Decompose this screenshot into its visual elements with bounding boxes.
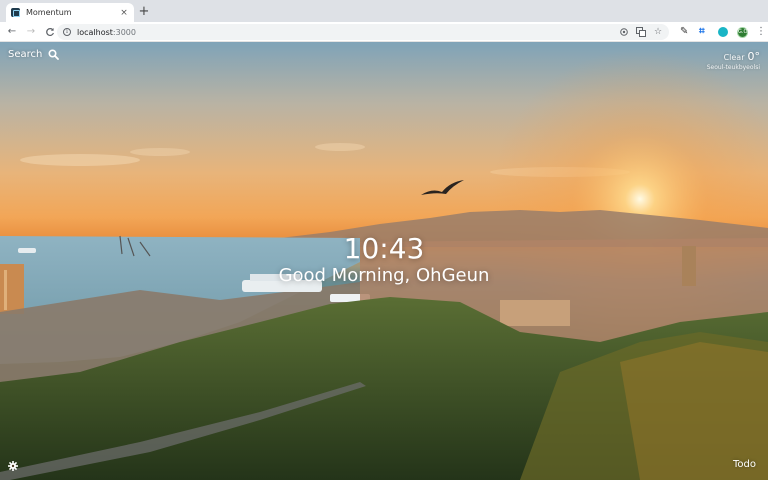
reload-icon [46,27,54,36]
search-label: Search [8,49,43,60]
momentum-page: Search Clear 0° Seoul-teukbyeolsi 10:43 … [0,42,768,480]
weather-summary: Clear 0° [707,50,760,63]
url-host: localhost [77,27,113,37]
star-icon[interactable]: ☆ [653,27,663,37]
extensions-area: ✎ ⌗ G.O ⋮ [671,25,766,39]
weather-widget[interactable]: Clear 0° Seoul-teukbyeolsi [707,50,760,71]
settings-gear-icon[interactable] [8,461,18,471]
new-tab-button[interactable]: + [138,5,150,19]
weather-location: Seoul-teukbyeolsi [706,64,760,71]
greeting: Good Morning, OhGeun [278,265,490,286]
weather-temperature: 0° [747,50,761,63]
momentum-favicon-icon [11,8,20,17]
address-bar[interactable]: i localhost :3000 ☆ [57,24,669,40]
tab-strip: Momentum × + [0,0,768,22]
site-info-icon[interactable]: i [63,28,71,36]
reload-button[interactable] [43,25,57,39]
forward-button[interactable]: → [24,25,38,39]
tab-title: Momentum [26,8,72,17]
url-port: :3000 [112,27,136,37]
location-icon[interactable] [619,27,629,37]
omnibox-actions: ☆ [612,24,663,40]
hash-icon[interactable]: ⌗ [699,27,709,37]
profile-avatar[interactable]: G.O [737,26,748,38]
search-icon[interactable] [48,49,60,60]
weather-condition: Clear [723,53,745,62]
circle-icon[interactable] [718,27,728,37]
todo-button[interactable]: Todo [733,459,756,470]
menu-icon[interactable]: ⋮ [756,27,766,37]
pen-icon[interactable]: ✎ [680,27,690,37]
clock: 10:43 [343,232,425,265]
browser-tab[interactable]: Momentum × [6,3,134,22]
search-box[interactable]: Search [8,49,60,60]
back-button[interactable]: ← [5,25,19,39]
tab-close-icon[interactable]: × [119,8,129,18]
browser-toolbar: ← → i localhost :3000 ☆ ✎ ⌗ G.O ⋮ [0,22,768,42]
translate-icon[interactable] [636,27,646,37]
